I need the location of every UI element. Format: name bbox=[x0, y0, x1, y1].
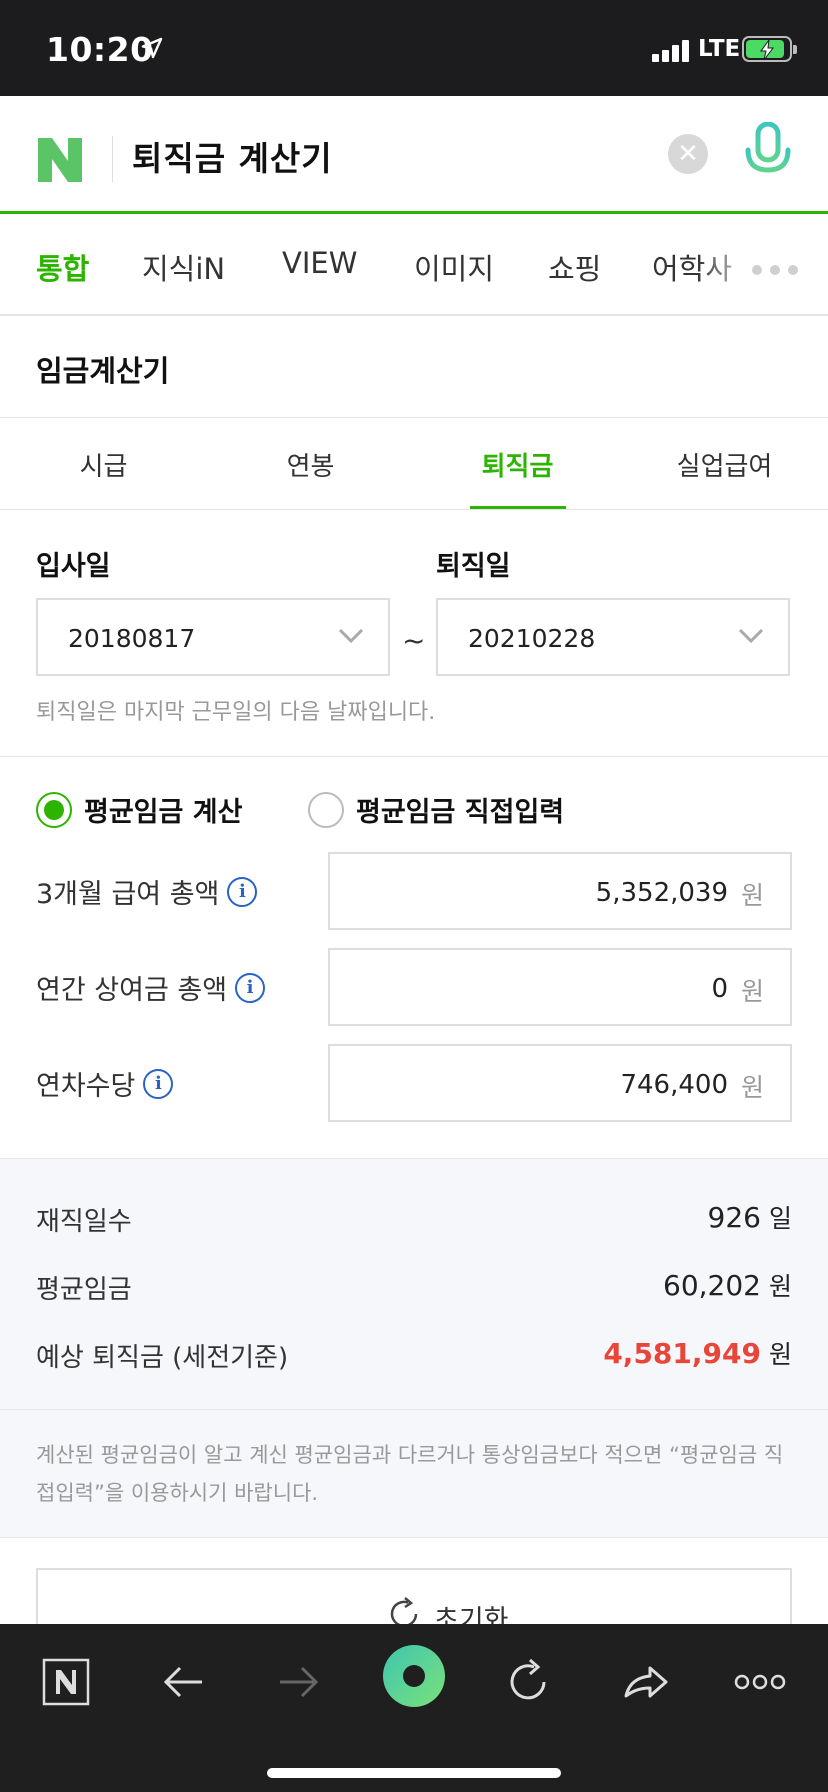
tab-images[interactable]: 이미지 bbox=[414, 246, 494, 288]
search-header: 퇴직금 계산기 ✕ bbox=[0, 96, 828, 214]
home-indicator[interactable] bbox=[267, 1768, 561, 1778]
more-options-icon[interactable] bbox=[728, 1650, 792, 1714]
radio-unchecked-icon bbox=[308, 791, 344, 828]
three-month-salary-input[interactable]: 5,352,039 원 bbox=[328, 852, 792, 930]
location-arrow-icon bbox=[141, 37, 163, 59]
battery-icon bbox=[742, 36, 797, 62]
chevron-down-icon bbox=[738, 628, 764, 644]
service-days-label: 재직일수 bbox=[36, 1207, 132, 1237]
active-tab-indicator bbox=[470, 506, 566, 509]
signal-icon bbox=[652, 38, 692, 62]
notice-box: 계산된 평균임금이 알고 계신 평균임금과 다르거나 통상임금보다 적으면 “평… bbox=[0, 1410, 828, 1538]
clear-search-button[interactable]: ✕ bbox=[668, 134, 708, 174]
annual-leave-allowance-input[interactable]: 746,400 원 bbox=[328, 1044, 792, 1122]
tab-severance-pay[interactable]: 퇴직금 bbox=[414, 446, 621, 483]
info-icon[interactable]: i bbox=[143, 1068, 174, 1099]
service-days-value: 926 일 bbox=[707, 1201, 792, 1234]
network-type: LTE bbox=[698, 36, 741, 62]
page-title: 임금계산기 bbox=[36, 354, 170, 388]
tab-annual-salary[interactable]: 연봉 bbox=[207, 446, 414, 483]
forward-arrow-icon[interactable] bbox=[266, 1650, 330, 1714]
end-date-note: 퇴직일은 마지막 근무일의 다음 날짜입니다. bbox=[36, 700, 436, 725]
status-bar: 10:20 LTE bbox=[0, 0, 828, 96]
share-icon[interactable] bbox=[614, 1650, 678, 1714]
info-icon[interactable]: i bbox=[235, 972, 266, 1003]
end-date-value: 20210228 bbox=[468, 624, 596, 653]
date-separator: ~ bbox=[402, 624, 426, 657]
chevron-down-icon bbox=[338, 628, 364, 644]
radio-direct-input-average-wage[interactable]: 평균임금 직접입력 bbox=[308, 790, 564, 829]
start-date-value: 20180817 bbox=[68, 624, 196, 653]
reload-icon[interactable] bbox=[496, 1650, 560, 1714]
naver-home-icon[interactable] bbox=[34, 1650, 98, 1714]
info-icon[interactable]: i bbox=[227, 876, 258, 907]
results-panel: 재직일수 926 일 평균임금 60,202 원 예상 퇴직금 (세전기준) 4,5… bbox=[0, 1158, 828, 1410]
back-arrow-icon[interactable] bbox=[152, 1650, 216, 1714]
annual-bonus-input[interactable]: 0 원 bbox=[328, 948, 792, 1026]
green-dot-icon[interactable] bbox=[380, 1642, 448, 1710]
start-date-select[interactable]: 20180817 bbox=[36, 598, 390, 676]
end-date-select[interactable]: 20210228 bbox=[436, 598, 790, 676]
calculator-title: 임금계산기 bbox=[0, 316, 828, 418]
tab-knowledge-in[interactable]: 지식iN bbox=[142, 246, 225, 288]
tab-hourly-wage[interactable]: 시급 bbox=[0, 446, 207, 483]
calculator-sub-tabs: 시급 연봉 퇴직금 실업급여 bbox=[0, 418, 828, 510]
annual-bonus-label: 연간 상여금 총액 i bbox=[36, 968, 266, 1007]
annual-leave-allowance-label: 연차수당 i bbox=[36, 1064, 174, 1103]
average-wage-value: 60,202 원 bbox=[663, 1269, 792, 1302]
expected-severance-label: 예상 퇴직금 (세전기준) bbox=[36, 1343, 289, 1373]
end-date-label: 퇴직일 bbox=[436, 551, 511, 582]
three-month-salary-label: 3개월 급여 총액 i bbox=[36, 872, 258, 911]
naver-logo-icon[interactable] bbox=[34, 134, 86, 186]
tab-shopping[interactable]: 쇼핑 bbox=[548, 246, 601, 288]
tab-view[interactable]: VIEW bbox=[282, 246, 357, 280]
browser-toolbar bbox=[0, 1624, 828, 1792]
radio-checked-icon bbox=[36, 791, 72, 828]
category-tabs: 통합 지식iN VIEW 이미지 쇼핑 어학사 bbox=[0, 214, 828, 316]
average-wage-label: 평균임금 bbox=[36, 1275, 132, 1305]
status-time: 10:20 bbox=[46, 30, 154, 69]
radio-calculate-average-wage[interactable]: 평균임금 계산 bbox=[36, 790, 242, 829]
expected-severance-value: 4,581,949 원 bbox=[603, 1337, 792, 1370]
search-input[interactable]: 퇴직금 계산기 bbox=[132, 132, 333, 180]
start-date-label: 입사일 bbox=[36, 551, 111, 582]
tab-integrated[interactable]: 통합 bbox=[36, 246, 89, 288]
tab-unemployment-benefit[interactable]: 실업급여 bbox=[621, 446, 828, 483]
more-categories-icon[interactable] bbox=[752, 260, 806, 279]
notice-text: 계산된 평균임금이 알고 계신 평균임금과 다르거나 통상임금보다 적으면 “평… bbox=[36, 1443, 784, 1505]
microphone-icon[interactable] bbox=[742, 122, 794, 186]
